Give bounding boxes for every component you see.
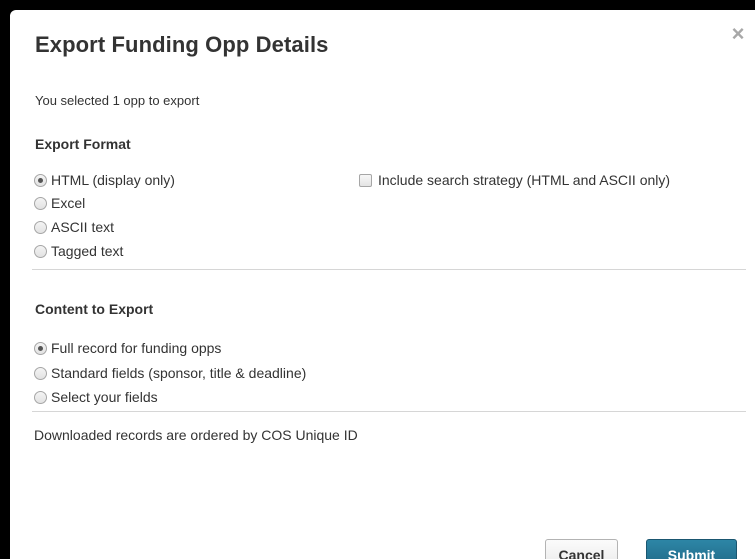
cancel-button[interactable]: Cancel <box>545 539 618 559</box>
radio-content-full-record[interactable]: Full record for funding opps <box>34 338 221 358</box>
radio-content-standard-fields[interactable]: Standard fields (sponsor, title & deadli… <box>34 363 306 383</box>
radio-format-ascii[interactable]: ASCII text <box>34 217 114 237</box>
export-dialog: Export Funding Opp Details × You selecte… <box>10 10 755 559</box>
radio-button[interactable] <box>34 196 47 210</box>
radio-content-select-fields[interactable]: Select your fields <box>34 387 158 407</box>
radio-label: ASCII text <box>51 219 115 235</box>
radio-button[interactable] <box>34 220 47 234</box>
radio-label: Full record for funding opps <box>51 340 222 356</box>
radio-format-html[interactable]: HTML (display only) <box>34 170 175 190</box>
radio-label: Select your fields <box>51 389 158 405</box>
ordering-note: Downloaded records are ordered by COS Un… <box>34 427 358 443</box>
radio-label: Standard fields (sponsor, title & deadli… <box>51 365 307 381</box>
selection-summary: You selected 1 opp to export <box>35 93 200 108</box>
radio-button[interactable] <box>34 366 47 380</box>
section-divider <box>32 411 746 412</box>
export-format-heading: Export Format <box>35 136 131 152</box>
content-to-export-heading: Content to Export <box>35 301 154 317</box>
radio-label: HTML (display only) <box>51 172 175 188</box>
radio-format-excel[interactable]: Excel <box>34 193 85 213</box>
radio-format-tagged[interactable]: Tagged text <box>34 241 123 261</box>
radio-button[interactable] <box>34 341 47 355</box>
radio-button[interactable] <box>34 390 47 404</box>
checkbox-label: Include search strategy (HTML and ASCII … <box>378 172 671 188</box>
section-divider <box>32 269 746 270</box>
include-search-strategy-checkbox[interactable]: Include search strategy (HTML and ASCII … <box>359 170 670 190</box>
close-icon[interactable]: × <box>726 22 750 46</box>
radio-label: Excel <box>51 195 86 211</box>
checkbox[interactable] <box>359 173 372 187</box>
radio-label: Tagged text <box>51 243 124 259</box>
dialog-title: Export Funding Opp Details <box>35 32 329 57</box>
radio-button[interactable] <box>34 244 47 258</box>
radio-button[interactable] <box>34 173 47 187</box>
submit-button[interactable]: Submit <box>646 539 737 559</box>
